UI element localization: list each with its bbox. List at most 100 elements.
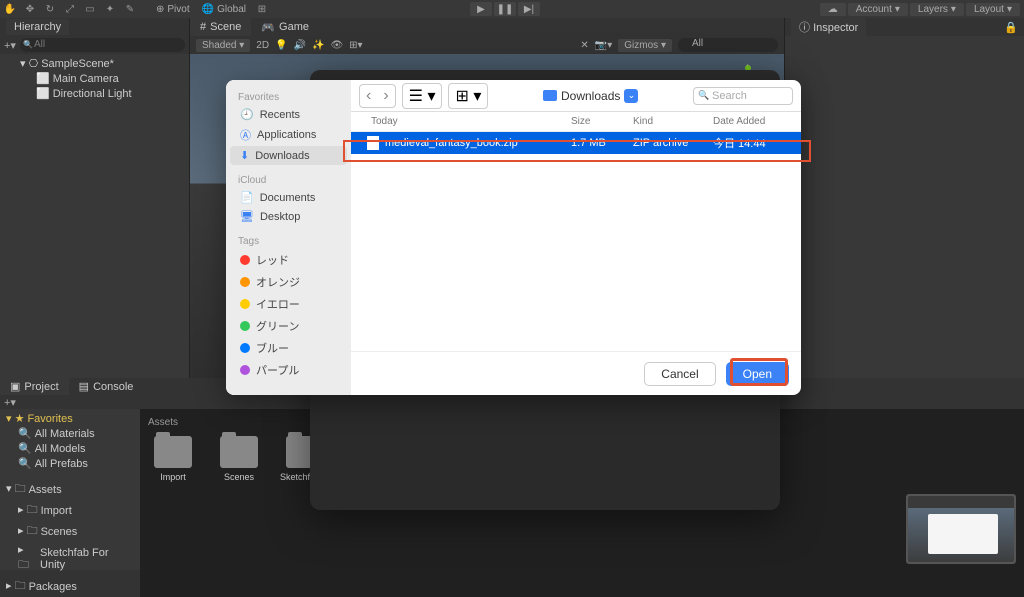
custom-tool-icon[interactable]: ✎: [120, 1, 140, 17]
col-kind[interactable]: Kind: [633, 116, 713, 127]
sidebar-item-recents[interactable]: 🕘Recents: [230, 105, 347, 124]
hierarchy-item[interactable]: ⬜ Directional Light: [0, 86, 189, 101]
layout-dropdown[interactable]: Layout ▾: [966, 3, 1020, 16]
clock-icon: 🕘: [240, 108, 254, 121]
col-name[interactable]: Today: [367, 116, 571, 127]
sidebar-item-desktop[interactable]: 🖥Desktop: [230, 207, 347, 226]
back-button[interactable]: ‹: [360, 85, 377, 107]
pivot-toggle[interactable]: ⊕ Pivot: [150, 4, 196, 15]
tag-dot-icon: [240, 343, 250, 353]
tab-scene[interactable]: # Scene: [190, 18, 251, 36]
tag-item[interactable]: オレンジ: [230, 271, 347, 293]
snap-icon[interactable]: ⊞: [252, 1, 272, 17]
tools-icon[interactable]: ✕: [580, 40, 588, 51]
shading-mode-dropdown[interactable]: Shaded ▾: [196, 39, 250, 52]
project-tree-item[interactable]: ▸ 🗀 Import: [0, 500, 140, 521]
scene-row[interactable]: ▾ ⎔ SampleScene*: [0, 56, 189, 71]
location-dropdown[interactable]: ⌄: [624, 89, 638, 103]
tag-item[interactable]: イエロー: [230, 293, 347, 315]
doc-icon: 📄: [240, 191, 254, 204]
sidebar-item-downloads[interactable]: ⬇Downloads: [230, 146, 347, 165]
hidden-icon[interactable]: 👁: [330, 40, 343, 51]
grid-icon[interactable]: ⊞▾: [349, 40, 362, 51]
cloud-button[interactable]: ☁: [820, 3, 846, 16]
hierarchy-panel: Hierarchy +▾ All ▾ ⎔ SampleScene* ⬜ Main…: [0, 18, 190, 378]
fx-icon[interactable]: ✨: [312, 40, 324, 51]
pause-button[interactable]: ❚❚: [494, 2, 516, 16]
finder-search[interactable]: Search: [693, 87, 793, 105]
file-open-dialog: Favorites 🕘Recents ⒶApplications ⬇Downlo…: [226, 80, 801, 395]
audio-icon[interactable]: 🔊: [294, 40, 306, 51]
rect-tool-icon[interactable]: ▭: [80, 1, 100, 17]
lock-icon[interactable]: 🔒: [1004, 21, 1018, 34]
project-create-dropdown[interactable]: +▾: [4, 396, 20, 409]
finder-sidebar: Favorites 🕘Recents ⒶApplications ⬇Downlo…: [226, 80, 351, 395]
folder-icon: [154, 436, 192, 468]
project-tree-item[interactable]: 🔍 All Models: [0, 441, 140, 456]
folder-item[interactable]: Import: [148, 436, 198, 482]
favorites-header[interactable]: ▾ ★ Favorites: [0, 411, 140, 426]
scale-tool-icon[interactable]: ⤢: [60, 1, 80, 17]
project-tree-item[interactable]: ▸ 🗀 Sketchfab For Unity: [0, 542, 140, 576]
packages-header[interactable]: ▸ 🗀 Packages: [0, 576, 140, 597]
tag-item[interactable]: ブルー: [230, 337, 347, 359]
assets-header[interactable]: ▾ 🗀 Assets: [0, 479, 140, 500]
hierarchy-search[interactable]: All: [20, 38, 185, 52]
step-button[interactable]: ▶|: [518, 2, 540, 16]
tag-dot-icon: [240, 321, 250, 331]
tag-item[interactable]: レッド: [230, 249, 347, 271]
play-button[interactable]: ▶: [470, 2, 492, 16]
sidebar-item-applications[interactable]: ⒶApplications: [230, 124, 347, 146]
col-size[interactable]: Size: [571, 116, 633, 127]
sidebar-section-label: Tags: [226, 232, 351, 249]
project-tree-item[interactable]: 🔍 All Materials: [0, 426, 140, 441]
rotate-tool-icon[interactable]: ↻: [40, 1, 60, 17]
folder-item[interactable]: Scenes: [214, 436, 264, 482]
hand-tool-icon[interactable]: ✋: [0, 1, 20, 17]
tag-dot-icon: [240, 277, 250, 287]
location-label: Downloads: [561, 89, 620, 103]
tab-game[interactable]: 🎮 Game: [251, 18, 319, 36]
cancel-button[interactable]: Cancel: [644, 362, 715, 386]
view-mode-dropdown[interactable]: ☰ ▾: [402, 83, 443, 109]
tab-console[interactable]: ▤ Console: [69, 378, 144, 395]
group-dropdown[interactable]: ⊞ ▾: [448, 83, 488, 109]
gizmos-dropdown[interactable]: Gizmos ▾: [618, 39, 672, 52]
camera-icon[interactable]: 📷▾: [595, 40, 612, 51]
project-tree: ▾ ★ Favorites 🔍 All Materials 🔍 All Mode…: [0, 409, 140, 597]
account-dropdown[interactable]: Account ▾: [848, 3, 908, 16]
sidebar-item-documents[interactable]: 📄Documents: [230, 188, 347, 207]
file-row[interactable]: medieval_fantasy_book.zip 1.7 MB ZIP arc…: [351, 132, 801, 154]
move-tool-icon[interactable]: ✥: [20, 1, 40, 17]
tag-item[interactable]: グリーン: [230, 315, 347, 337]
tag-dot-icon: [240, 299, 250, 309]
inspector-tab[interactable]: ⓘ Inspector: [791, 17, 866, 37]
desktop-icon: 🖥: [240, 210, 254, 223]
2d-toggle[interactable]: 2D: [256, 40, 269, 51]
scene-search[interactable]: All: [678, 38, 778, 52]
lighting-icon[interactable]: 💡: [275, 40, 287, 51]
open-button[interactable]: Open: [726, 362, 789, 386]
tag-dot-icon: [240, 365, 250, 375]
layers-dropdown[interactable]: Layers ▾: [910, 3, 964, 16]
inspector-panel: ⓘ Inspector 🔒: [784, 18, 1024, 378]
create-dropdown[interactable]: +▾: [4, 39, 20, 52]
global-toggle[interactable]: 🌐 Global: [196, 4, 252, 15]
unity-toolbar: ✋ ✥ ↻ ⤢ ▭ ✦ ✎ ⊕ Pivot 🌐 Global ⊞ ▶ ❚❚ ▶|…: [0, 0, 1024, 18]
download-icon: ⬇: [240, 149, 249, 162]
col-date[interactable]: Date Added: [713, 116, 785, 127]
forward-button[interactable]: ›: [377, 85, 394, 107]
project-tree-item[interactable]: 🔍 All Prefabs: [0, 456, 140, 471]
transform-tool-icon[interactable]: ✦: [100, 1, 120, 17]
sidebar-section-label: Favorites: [226, 88, 351, 105]
tag-item[interactable]: パープル: [230, 359, 347, 381]
finder-toolbar: ‹› ☰ ▾ ⊞ ▾ Downloads ⌄ Search: [351, 80, 801, 112]
tab-project[interactable]: ▣ Project: [0, 378, 69, 395]
project-tree-item[interactable]: ▸ 🗀 Scenes: [0, 521, 140, 542]
tag-dot-icon: [240, 255, 250, 265]
folder-icon: [543, 90, 557, 101]
hierarchy-item[interactable]: ⬜ Main Camera: [0, 71, 189, 86]
hierarchy-tab[interactable]: Hierarchy: [6, 19, 69, 35]
column-headers: Today Size Kind Date Added: [351, 112, 801, 132]
apps-icon: Ⓐ: [240, 127, 251, 143]
